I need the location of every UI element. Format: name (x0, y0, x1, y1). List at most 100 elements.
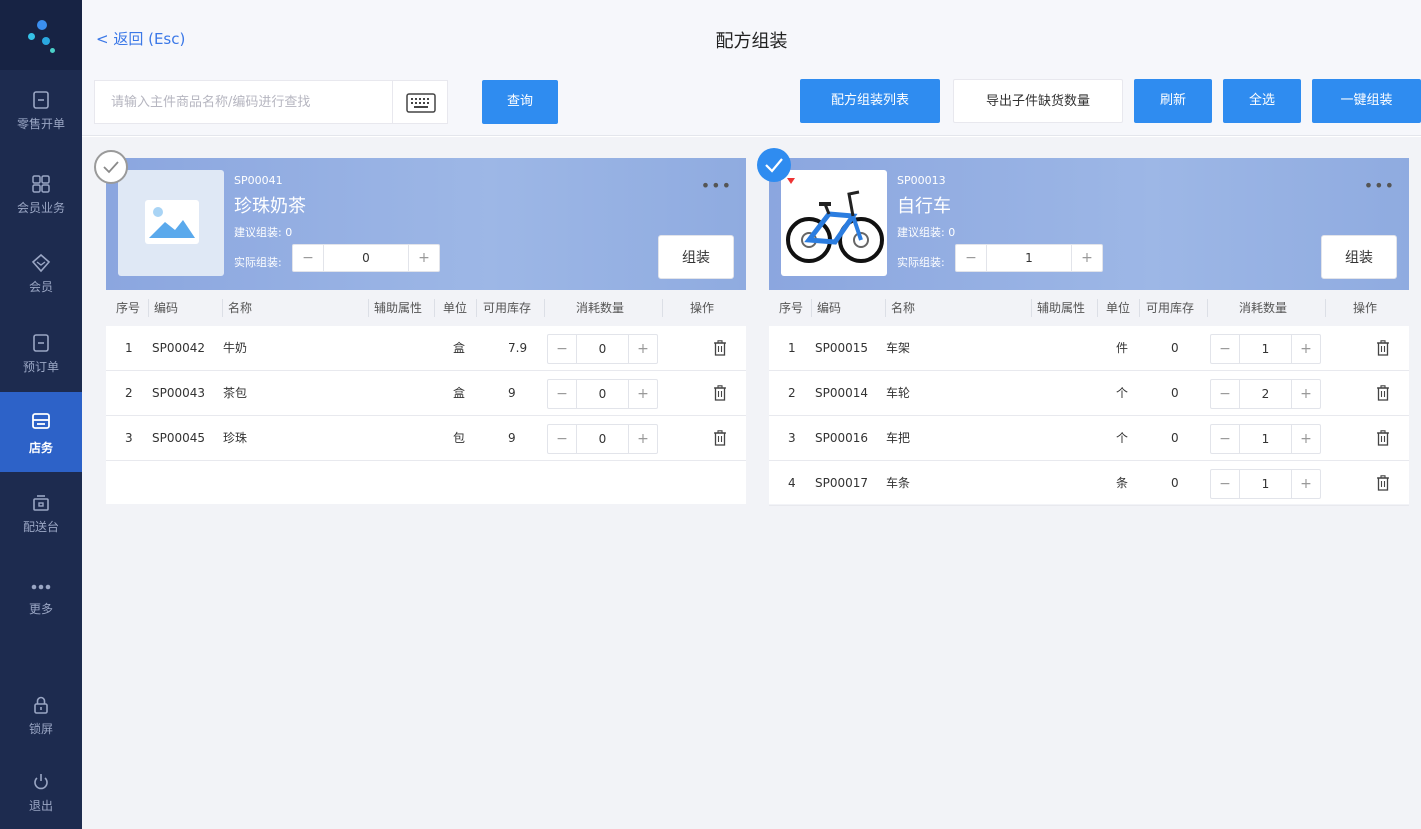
increment-button[interactable]: + (1292, 380, 1320, 408)
trash-icon[interactable] (1376, 475, 1390, 491)
actual-quantity-stepper[interactable]: − 0 + (292, 244, 440, 272)
row-code: SP00016 (815, 431, 869, 445)
col-header: 编码 (817, 301, 842, 315)
decrement-button[interactable]: − (1211, 425, 1239, 453)
increment-button[interactable]: + (1292, 425, 1320, 453)
trash-icon[interactable] (1376, 385, 1390, 401)
row-stock: 9 (508, 386, 516, 400)
row-code: SP00015 (815, 341, 869, 355)
sidebar-item-more[interactable]: 更多 (0, 560, 82, 632)
consume-quantity-stepper[interactable]: −0 + (547, 424, 658, 454)
export-shortage-button[interactable]: 导出子件缺货数量 (953, 79, 1123, 123)
quantity-value[interactable]: 0 (576, 335, 629, 363)
consume-quantity-stepper[interactable]: −0 + (547, 334, 658, 364)
quantity-value[interactable]: 0 (323, 245, 409, 271)
recipe-list-button[interactable]: 配方组装列表 (800, 79, 940, 123)
assemble-button[interactable]: 组装 (658, 235, 734, 279)
receipt-icon (33, 334, 49, 352)
increment-button[interactable]: + (629, 425, 657, 453)
more-options-icon[interactable]: ••• (1364, 176, 1395, 195)
sidebar-item-store[interactable]: 店务 (0, 392, 82, 472)
trash-icon[interactable] (1376, 340, 1390, 356)
row-index: 3 (125, 431, 133, 445)
row-name: 茶包 (223, 386, 248, 400)
row-stock: 0 (1171, 431, 1179, 445)
consume-quantity-stepper[interactable]: −2 + (1210, 379, 1321, 409)
row-name: 车架 (886, 341, 911, 355)
quantity-value[interactable]: 0 (576, 425, 629, 453)
select-checkbox[interactable] (757, 148, 791, 182)
decrement-button[interactable]: − (293, 245, 323, 271)
sidebar-item-member[interactable]: 会员 (0, 238, 82, 310)
sidebar-item-label: 预订单 (22, 360, 59, 374)
quantity-value[interactable]: 1 (986, 245, 1072, 271)
card-header: SP00013 自行车 建议组装: 0 实际组装: − 1 + ••• 组装 (769, 158, 1409, 290)
sidebar-item-reservation[interactable]: 预订单 (0, 318, 82, 390)
increment-button[interactable]: + (629, 380, 657, 408)
sidebar-item-retail[interactable]: 零售开单 (0, 75, 82, 147)
consume-quantity-stepper[interactable]: −1 + (1210, 424, 1321, 454)
row-index: 4 (788, 476, 796, 490)
decrement-button[interactable]: − (548, 425, 576, 453)
decrement-button[interactable]: − (956, 245, 986, 271)
row-stock: 9 (508, 431, 516, 445)
sidebar-item-label: 会员 (28, 280, 53, 294)
row-unit: 包 (453, 431, 466, 445)
decrement-button[interactable]: − (548, 380, 576, 408)
consume-quantity-stepper[interactable]: −0 + (547, 379, 658, 409)
decrement-button[interactable]: − (1211, 335, 1239, 363)
keyboard-button[interactable] (392, 80, 448, 124)
col-header: 消耗数量 (576, 301, 625, 315)
actual-assemble-label: 实际组装: (234, 256, 282, 269)
increment-button[interactable]: + (1292, 335, 1320, 363)
check-icon (765, 158, 783, 173)
quantity-value[interactable]: 2 (1239, 380, 1292, 408)
col-header: 名称 (891, 301, 916, 315)
quantity-value[interactable]: 1 (1239, 425, 1292, 453)
trash-icon[interactable] (713, 340, 727, 356)
trash-icon[interactable] (713, 430, 727, 446)
main-content: SP00041 珍珠奶茶 建议组装: 0 实际组装: − 0 + ••• 组装 … (82, 137, 1421, 829)
sidebar-item-delivery[interactable]: 配送台 (0, 478, 82, 550)
increment-button[interactable]: + (1072, 245, 1102, 271)
consume-quantity-stepper[interactable]: −1 + (1210, 469, 1321, 499)
sidebar-item-label: 配送台 (22, 520, 59, 534)
trash-icon[interactable] (713, 385, 727, 401)
sidebar-item-label: 锁屏 (28, 722, 53, 736)
increment-button[interactable]: + (409, 245, 439, 271)
one-click-assemble-button[interactable]: 一键组装 (1312, 79, 1421, 123)
decrement-button[interactable]: − (1211, 470, 1239, 498)
quantity-value[interactable]: 0 (576, 380, 629, 408)
product-name: 珍珠奶茶 (234, 196, 306, 217)
receipt-icon (33, 91, 49, 109)
actual-quantity-stepper[interactable]: − 1 + (955, 244, 1103, 272)
increment-button[interactable]: + (1292, 470, 1320, 498)
increment-button[interactable]: + (629, 335, 657, 363)
col-header: 操作 (690, 301, 715, 315)
sidebar-item-member-business[interactable]: 会员业务 (0, 159, 82, 231)
sidebar-item-lock[interactable]: 锁屏 (0, 680, 82, 752)
consume-quantity-stepper[interactable]: −1 + (1210, 334, 1321, 364)
decrement-button[interactable]: − (548, 335, 576, 363)
assemble-button[interactable]: 组装 (1321, 235, 1397, 279)
row-name: 车把 (886, 431, 911, 445)
table-row: 4 SP00017 车条 条 0 −1 + (769, 461, 1409, 506)
sidebar-item-logout[interactable]: 退出 (0, 757, 82, 829)
logo-dot (50, 48, 55, 53)
quantity-value[interactable]: 1 (1239, 335, 1292, 363)
row-code: SP00045 (152, 431, 206, 445)
row-unit: 盒 (453, 386, 466, 400)
row-unit: 个 (1116, 386, 1129, 400)
select-checkbox[interactable] (94, 150, 128, 184)
search-input[interactable] (94, 80, 394, 124)
quantity-value[interactable]: 1 (1239, 470, 1292, 498)
logo-dot (28, 33, 35, 40)
select-all-button[interactable]: 全选 (1223, 79, 1301, 123)
more-options-icon[interactable]: ••• (701, 176, 732, 195)
refresh-button[interactable]: 刷新 (1134, 79, 1212, 123)
decrement-button[interactable]: − (1211, 380, 1239, 408)
row-name: 珍珠 (223, 431, 248, 445)
trash-icon[interactable] (1376, 430, 1390, 446)
query-button[interactable]: 查询 (482, 80, 558, 124)
bicycle-image (786, 178, 884, 263)
